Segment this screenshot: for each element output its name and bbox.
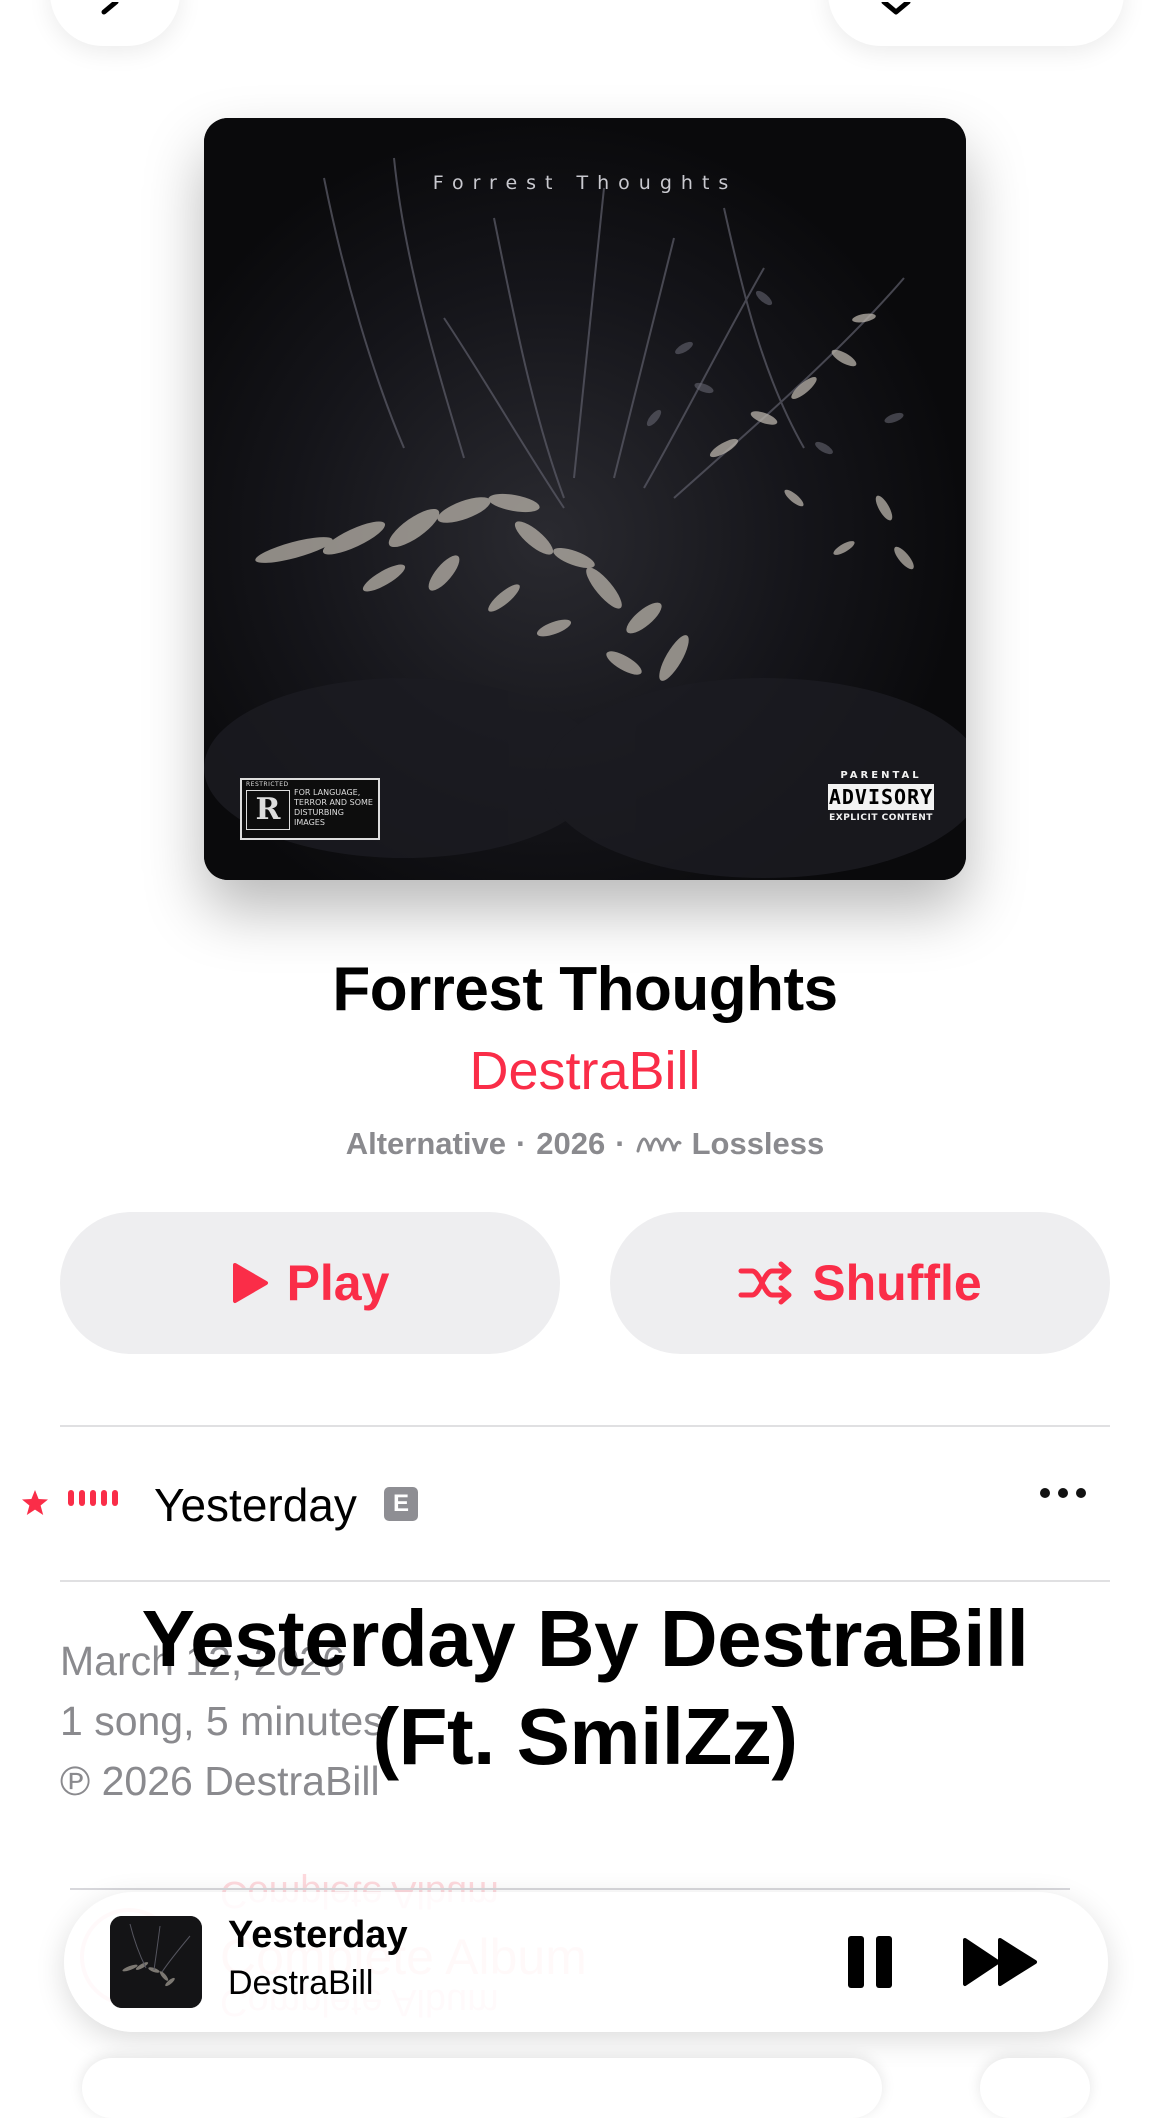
back-button[interactable] — [50, 0, 180, 46]
divider — [70, 1888, 1070, 1890]
star-icon — [22, 1490, 48, 1515]
video-caption: Yesterday By DestraBill (Ft. SmilZz) — [0, 1590, 1170, 1786]
track-title: Yesterday — [154, 1479, 357, 1531]
caption-line2: (Ft. SmilZz) — [372, 1692, 798, 1781]
meta-separator: · — [615, 1126, 626, 1161]
rating-reason: FOR LANGUAGE, TERROR AND SOME DISTURBING… — [294, 788, 373, 827]
pause-icon — [848, 1936, 864, 1988]
caption-line1: Yesterday By DestraBill — [141, 1594, 1029, 1683]
divider — [60, 1580, 1110, 1582]
artwork-image — [204, 118, 966, 880]
meta-separator: · — [515, 1126, 527, 1161]
forward-icon[interactable] — [962, 1936, 1040, 1988]
download-icon — [881, 2, 911, 15]
play-label: Play — [286, 1255, 390, 1311]
rating-letter: R — [246, 790, 290, 830]
shuffle-label: Shuffle — [812, 1255, 982, 1311]
divider — [60, 1425, 1110, 1427]
now-playing-title: Yesterday — [228, 1914, 408, 1956]
track-more-button[interactable] — [1040, 1488, 1086, 1498]
track-row[interactable]: Yesterday E — [0, 1428, 1170, 1580]
waveform-icon — [68, 1490, 118, 1506]
advisory-line2: ADVISORY — [828, 784, 934, 810]
tab-bar[interactable] — [82, 2058, 882, 2118]
now-playing-artist: DestraBill — [228, 1964, 374, 2002]
advisory-line3: EXPLICIT CONTENT — [829, 813, 933, 823]
play-icon — [232, 1263, 268, 1303]
rating-header: RESTRICTED — [246, 781, 289, 788]
genre-label: Alternative — [345, 1126, 506, 1161]
quality-label: Lossless — [691, 1126, 825, 1161]
year-label: 2026 — [536, 1126, 606, 1161]
search-tab[interactable] — [980, 2058, 1090, 2118]
rating-badge: RESTRICTED R FOR LANGUAGE, TERROR AND SO… — [240, 778, 380, 840]
album-artwork: Forrest Thoughts RESTRICTED R FOR LANGUA… — [204, 118, 966, 880]
artwork-title-text: Forrest Thoughts — [432, 172, 738, 194]
ellipsis-icon — [1040, 1488, 1050, 1498]
parental-advisory-label: PARENTAL ADVISORY EXPLICIT CONTENT — [826, 770, 936, 836]
mini-player[interactable]: Yesterday DestraBill — [64, 1892, 1108, 2032]
album-meta: Alternative · 2026 · Lossless — [0, 1126, 1170, 1162]
pause-button[interactable] — [846, 1936, 896, 1988]
now-playing-artwork-image — [110, 1916, 202, 2008]
now-playing-artwork — [110, 1916, 202, 2008]
chevron-left-icon — [101, 2, 119, 15]
shuffle-icon — [738, 1261, 792, 1305]
download-button[interactable] — [828, 0, 1124, 46]
artist-link[interactable]: DestraBill — [0, 1040, 1170, 1102]
lossless-icon — [636, 1137, 682, 1153]
album-title: Forrest Thoughts — [332, 955, 838, 1024]
advisory-line1: PARENTAL — [840, 770, 922, 781]
play-button[interactable]: Play — [60, 1212, 560, 1354]
shuffle-button[interactable]: Shuffle — [610, 1212, 1110, 1354]
explicit-badge: E — [384, 1487, 418, 1521]
